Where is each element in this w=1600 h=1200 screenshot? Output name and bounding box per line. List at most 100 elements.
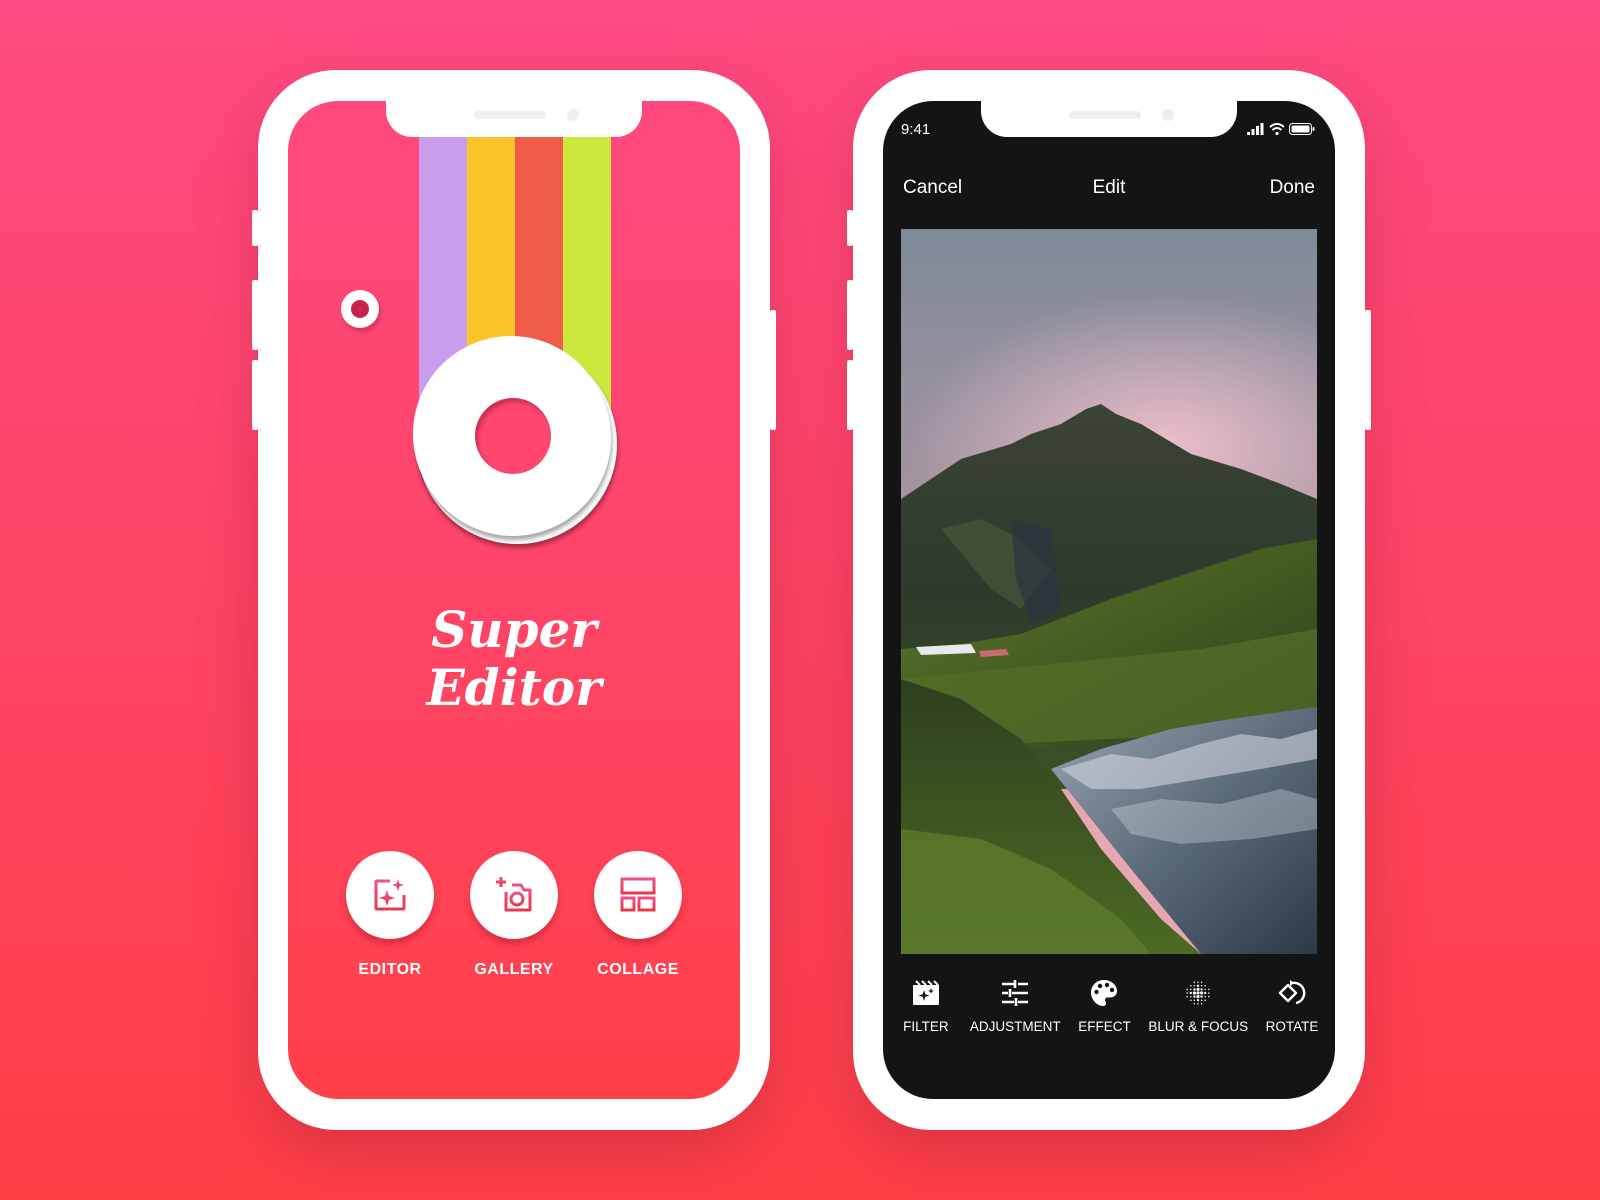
blur-dot	[1197, 1003, 1199, 1005]
app-name-line1: Super	[431, 600, 597, 659]
battery-icon	[1289, 123, 1315, 135]
sliders-icon	[1000, 978, 1030, 1008]
blur-dot	[1197, 981, 1199, 983]
landscape-photo	[901, 229, 1317, 954]
editor-button[interactable]: EDITOR	[340, 851, 440, 979]
app-logo-title: Super Editor	[288, 601, 740, 717]
collage-label: COLLAGE	[597, 961, 679, 978]
gallery-label: GALLERY	[474, 961, 554, 978]
blur-dot	[1200, 991, 1204, 995]
blur-dot	[1193, 991, 1197, 995]
gallery-button[interactable]: GALLERY	[464, 851, 564, 979]
phone-edit: 9:41 Cancel Edit Done FILTER ADJUSTMENT …	[847, 70, 1371, 1130]
blur-dot	[1204, 985, 1207, 987]
blur-dot	[1193, 988, 1196, 991]
editor-button-circle[interactable]	[346, 851, 434, 939]
notch	[386, 101, 642, 137]
blur-dot	[1190, 988, 1192, 991]
blur-dot	[1197, 999, 1200, 1002]
blur-dot	[1196, 991, 1200, 995]
edit-toolbar: FILTER ADJUSTMENT EFFECT BLUR & FOCUS RO…	[883, 978, 1335, 1034]
blur-dot	[1193, 995, 1196, 998]
blur-dot	[1186, 992, 1189, 994]
editor-label: EDITOR	[358, 961, 422, 978]
phone-home: Super Editor EDITOR GALLERY COLLAGE	[252, 70, 776, 1130]
blur-dot	[1190, 995, 1192, 998]
wifi-icon	[1269, 123, 1285, 135]
volume-up-button	[847, 280, 853, 350]
blur-dot	[1204, 988, 1207, 991]
blur-dot	[1201, 985, 1203, 987]
blur-dot	[1208, 992, 1210, 994]
blur-dot	[1200, 995, 1204, 998]
blur-dot	[1193, 1003, 1196, 1005]
blur-dot	[1193, 999, 1196, 1001]
front-camera	[1162, 109, 1174, 121]
lens-aperture	[475, 398, 551, 474]
power-button	[770, 310, 776, 430]
blur-dot	[1204, 999, 1207, 1001]
tool-rotate-label: ROTATE	[1265, 1019, 1319, 1034]
status-icons	[1247, 123, 1315, 135]
tool-effect-label: EFFECT	[1078, 1019, 1131, 1034]
blur-dot	[1201, 1003, 1203, 1005]
tool-filter-label: FILTER	[903, 1019, 949, 1034]
mute-switch	[252, 210, 258, 246]
collage-button[interactable]: COLLAGE	[588, 851, 688, 979]
speaker	[1069, 111, 1141, 119]
volume-down-button	[847, 360, 853, 430]
edit-screen: 9:41 Cancel Edit Done FILTER ADJUSTMENT …	[883, 101, 1335, 1099]
blur-dot	[1208, 995, 1210, 998]
tool-effect[interactable]: EFFECT	[1074, 978, 1134, 1034]
app-name-line2: Editor	[426, 658, 602, 717]
cancel-button[interactable]: Cancel	[903, 177, 962, 199]
palette-icon	[1089, 978, 1119, 1008]
blur-dot	[1189, 991, 1193, 995]
tool-adjustment[interactable]: ADJUSTMENT	[970, 978, 1061, 1034]
blur-dot	[1201, 999, 1203, 1001]
blur-dot	[1190, 999, 1192, 1001]
rotate-icon	[1277, 978, 1307, 1008]
mute-switch	[847, 210, 853, 246]
gallery-button-circle[interactable]	[470, 851, 558, 939]
blur-dot	[1196, 987, 1200, 991]
power-button	[1365, 310, 1371, 430]
signal-icon	[1247, 123, 1264, 135]
blur-dot	[1186, 995, 1189, 998]
blur-dot	[1190, 985, 1192, 987]
front-camera	[567, 109, 579, 121]
add-camera-icon	[496, 877, 532, 912]
photo-preview[interactable]	[901, 229, 1317, 954]
blur-dot	[1193, 981, 1196, 983]
status-time: 9:41	[901, 121, 931, 138]
home-actions: EDITOR GALLERY COLLAGE	[340, 851, 688, 979]
camera-lens-logo	[413, 336, 617, 544]
blur-dots-icon	[1183, 978, 1213, 1008]
volume-up-button	[252, 280, 258, 350]
done-button[interactable]: Done	[1270, 177, 1315, 199]
volume-down-button	[252, 360, 258, 430]
filter-clapper-icon	[911, 978, 941, 1008]
home-screen: Super Editor EDITOR GALLERY COLLAGE	[288, 101, 740, 1099]
collage-button-circle[interactable]	[594, 851, 682, 939]
blur-dot	[1201, 981, 1203, 983]
tool-adjustment-label: ADJUSTMENT	[969, 1019, 1061, 1034]
blur-dot	[1204, 995, 1207, 998]
edit-navbar: Cancel Edit Done	[883, 177, 1335, 207]
blur-dot	[1196, 995, 1200, 999]
blur-dot	[1204, 991, 1207, 995]
blur-dot	[1200, 988, 1204, 991]
blur-dot	[1193, 985, 1196, 987]
blur-dot	[1186, 988, 1189, 991]
speaker	[474, 111, 546, 119]
flash-icon	[341, 290, 379, 328]
notch	[981, 101, 1237, 137]
tool-blur-focus[interactable]: BLUR & FOCUS	[1148, 978, 1248, 1034]
tool-rotate[interactable]: ROTATE	[1262, 978, 1322, 1034]
photo-sparkle-icon	[374, 879, 406, 911]
tool-filter[interactable]: FILTER	[896, 978, 956, 1034]
collage-layout-icon	[620, 877, 656, 912]
blur-dot	[1197, 984, 1200, 987]
blur-dot	[1208, 988, 1210, 991]
tool-blur-focus-label: BLUR & FOCUS	[1148, 1019, 1249, 1034]
